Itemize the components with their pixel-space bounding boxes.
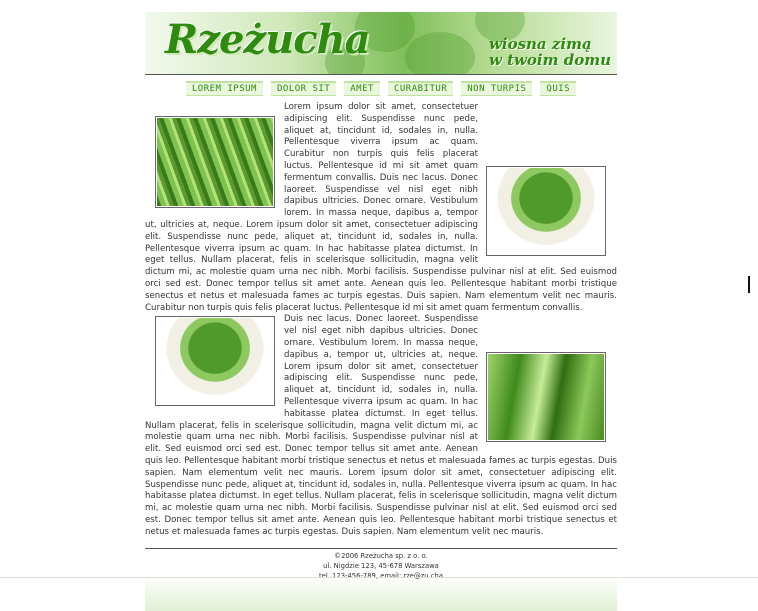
cress-bowl-image: [155, 316, 275, 407]
nav-item-curabitur[interactable]: CURABITUR: [387, 81, 454, 96]
tagline-line-1: wiosna zimą: [488, 35, 592, 53]
cress-tray-image: [486, 166, 606, 256]
bottom-rule: [0, 577, 758, 578]
cress-macro-image: [486, 352, 606, 443]
nav-item-dolor-sit[interactable]: DOLOR SIT: [270, 81, 337, 96]
nav-item-lorem-ipsum[interactable]: LOREM IPSUM: [185, 81, 263, 96]
text-cursor-icon: [748, 276, 750, 293]
nav-item-quis[interactable]: QUIS: [540, 81, 577, 96]
tagline-line-2: w twoim domu: [488, 51, 611, 69]
main-nav: LOREM IPSUM DOLOR SIT AMET CURABITUR NON…: [145, 81, 617, 96]
page: Rzeżucha wiosna zimą w twoim domu LOREM …: [145, 12, 617, 611]
site-logo[interactable]: Rzeżucha: [165, 16, 371, 63]
site-tagline: wiosna zimą w twoim domu: [489, 36, 611, 68]
main-content: Lorem ipsum dolor sit amet, consectetuer…: [145, 102, 617, 538]
nav-item-amet[interactable]: AMET: [344, 81, 380, 96]
site-header: Rzeżucha wiosna zimą w twoim domu: [145, 12, 617, 75]
site-footer: ©2006 Rzeżucha sp. z o. o. ul. Nigdzie 1…: [145, 548, 617, 611]
footer-copyright: ©2006 Rzeżucha sp. z o. o.: [334, 552, 428, 561]
footer-address: ul. Nigdzie 123, 45-678 Warszawa: [323, 562, 439, 571]
nav-item-non-turpis[interactable]: NON TURPIS: [461, 81, 533, 96]
cress-sprouts-image: [155, 116, 275, 208]
